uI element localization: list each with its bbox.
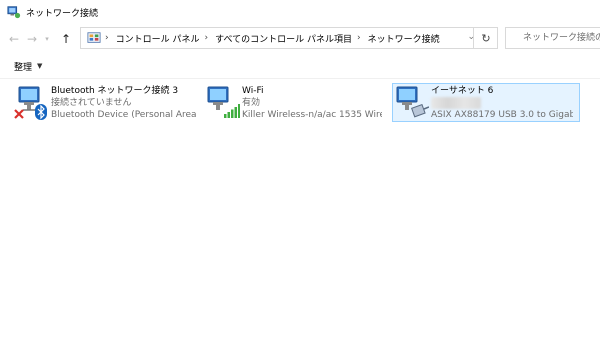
disconnected-x-icon	[14, 109, 24, 119]
search-box[interactable]	[505, 27, 600, 49]
bluetooth-network-icon	[13, 84, 51, 120]
network-connections-app-icon	[7, 6, 21, 19]
bluetooth-icon	[35, 104, 47, 120]
chevron-down-icon: ▾	[45, 35, 49, 43]
connection-item-wifi[interactable]: Wi-Fi 有効 Killer Wireless-n/a/ac 1535 Wir…	[203, 83, 389, 122]
window-title: ネットワーク接続	[26, 8, 99, 19]
breadcrumb-network-connections[interactable]: ネットワーク接続	[368, 32, 440, 45]
connection-status-redacted	[431, 97, 481, 109]
ethernet-cable-icon	[411, 104, 429, 118]
refresh-icon: ↻	[481, 31, 491, 45]
connection-text: イーサネット 6 ASIX AX88179 USB 3.0 to Gigabit…	[431, 84, 573, 121]
connection-status: 有効	[242, 98, 261, 108]
signal-strength-icon	[224, 104, 240, 118]
control-panel-icon	[87, 32, 101, 43]
breadcrumb-separator[interactable]: ›	[105, 33, 116, 43]
arrow-left-icon: ←	[8, 32, 20, 46]
address-box[interactable]: › コントロール パネル › すべてのコントロール パネル項目 › ネットワーク接続…	[80, 27, 498, 49]
ethernet-network-icon	[393, 84, 431, 120]
breadcrumb-control-panel[interactable]: コントロール パネル ›	[116, 32, 215, 45]
breadcrumb-all-control-panel-items[interactable]: すべてのコントロール パネル項目 ›	[215, 32, 367, 45]
connection-item-ethernet[interactable]: イーサネット 6 ASIX AX88179 USB 3.0 to Gigabit…	[392, 83, 580, 122]
connection-name: イーサネット 6	[431, 86, 494, 96]
connection-name: Wi-Fi	[242, 86, 264, 96]
connection-device: Bluetooth Device (Personal Area ...	[51, 110, 196, 120]
wifi-network-icon	[204, 84, 242, 120]
connection-status: 接続されていません	[51, 98, 132, 108]
arrow-right-icon: →	[26, 32, 38, 46]
recent-locations-button[interactable]: ▾	[41, 28, 53, 50]
navigation-bar: ← → ▾ ↑ › コントロール パネル › すべてのコントロール パネル項目 › …	[0, 24, 600, 54]
forward-button[interactable]: →	[23, 28, 41, 50]
title-bar: ネットワーク接続	[0, 0, 600, 24]
connection-device: ASIX AX88179 USB 3.0 to Gigabit E...	[431, 110, 573, 120]
back-button[interactable]: ←	[5, 28, 23, 50]
caret-down-icon: ▼	[37, 62, 43, 70]
command-bar: 整理 ▼	[0, 54, 600, 79]
connection-name: Bluetooth ネットワーク接続 3	[51, 86, 179, 96]
organize-label: 整理	[14, 62, 33, 73]
refresh-button[interactable]: ↻	[473, 27, 498, 49]
connection-text: Bluetooth ネットワーク接続 3 接続されていません Bluetooth…	[51, 84, 196, 121]
search-input[interactable]	[521, 32, 600, 44]
arrow-up-icon: ↑	[60, 32, 72, 46]
organize-menu-button[interactable]: 整理 ▼	[14, 60, 42, 73]
connection-text: Wi-Fi 有効 Killer Wireless-n/a/ac 1535 Wir…	[242, 84, 382, 121]
connection-device: Killer Wireless-n/a/ac 1535 Wirele...	[242, 110, 382, 120]
connection-item-bluetooth[interactable]: Bluetooth ネットワーク接続 3 接続されていません Bluetooth…	[12, 83, 202, 122]
up-button[interactable]: ↑	[57, 28, 75, 50]
